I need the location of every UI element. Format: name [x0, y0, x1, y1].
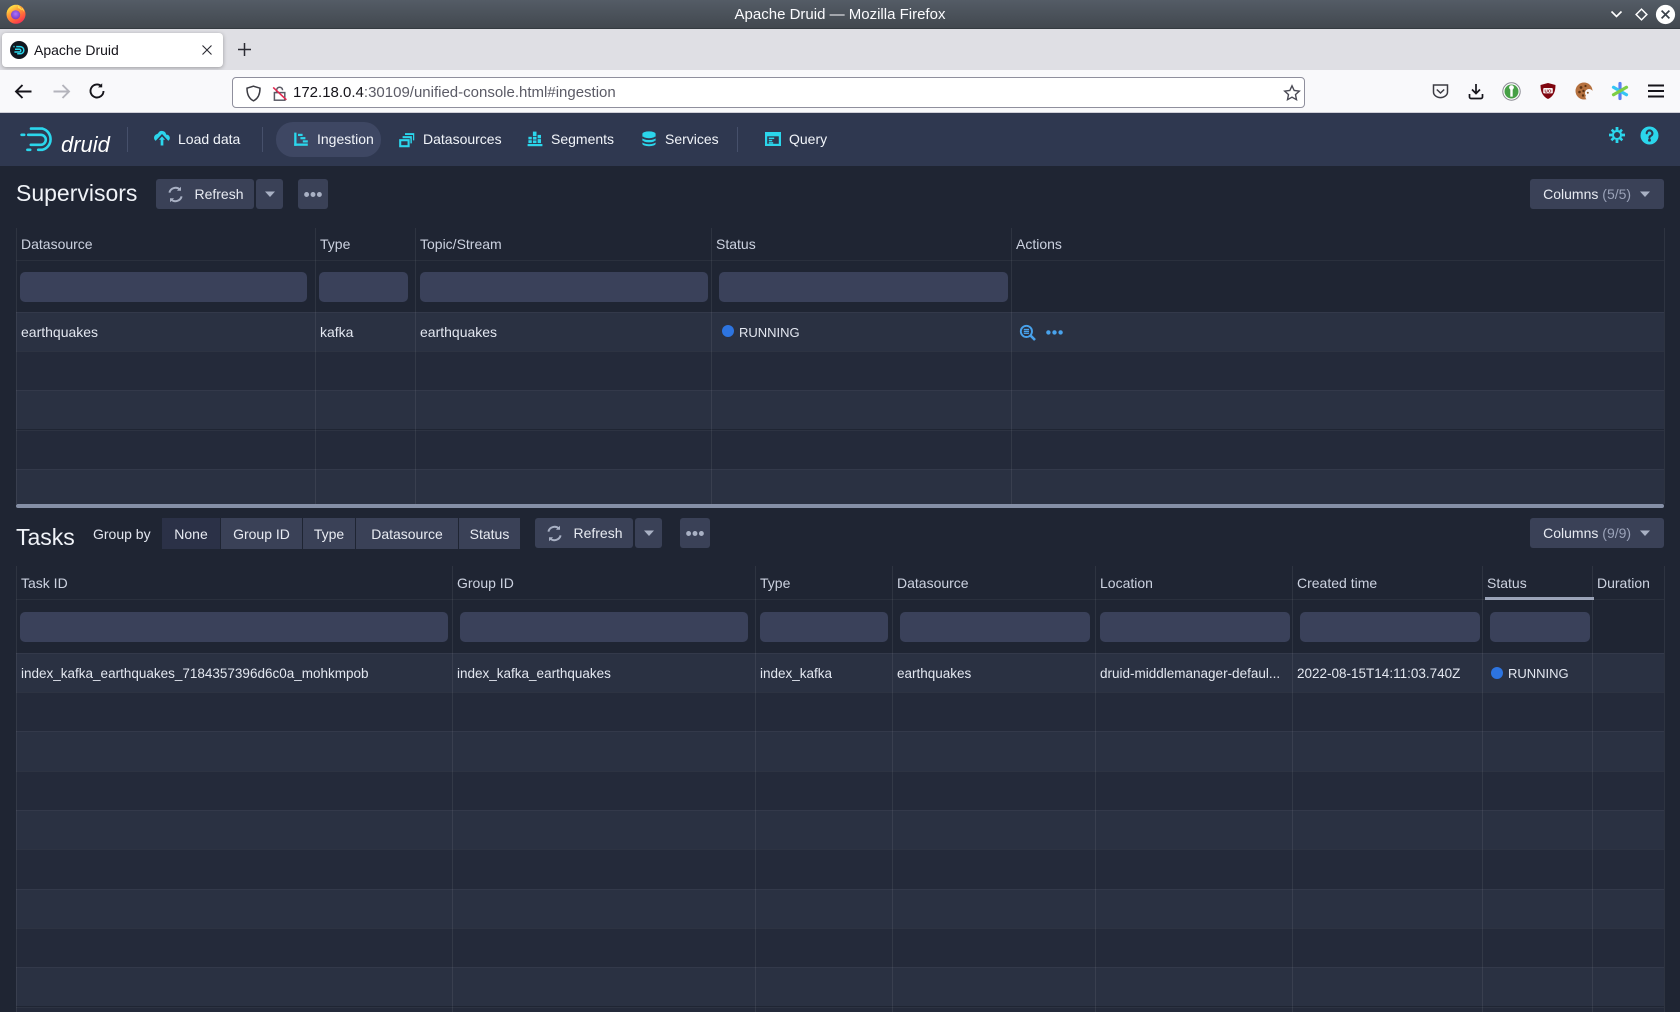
- svg-text:UO: UO: [1545, 88, 1552, 93]
